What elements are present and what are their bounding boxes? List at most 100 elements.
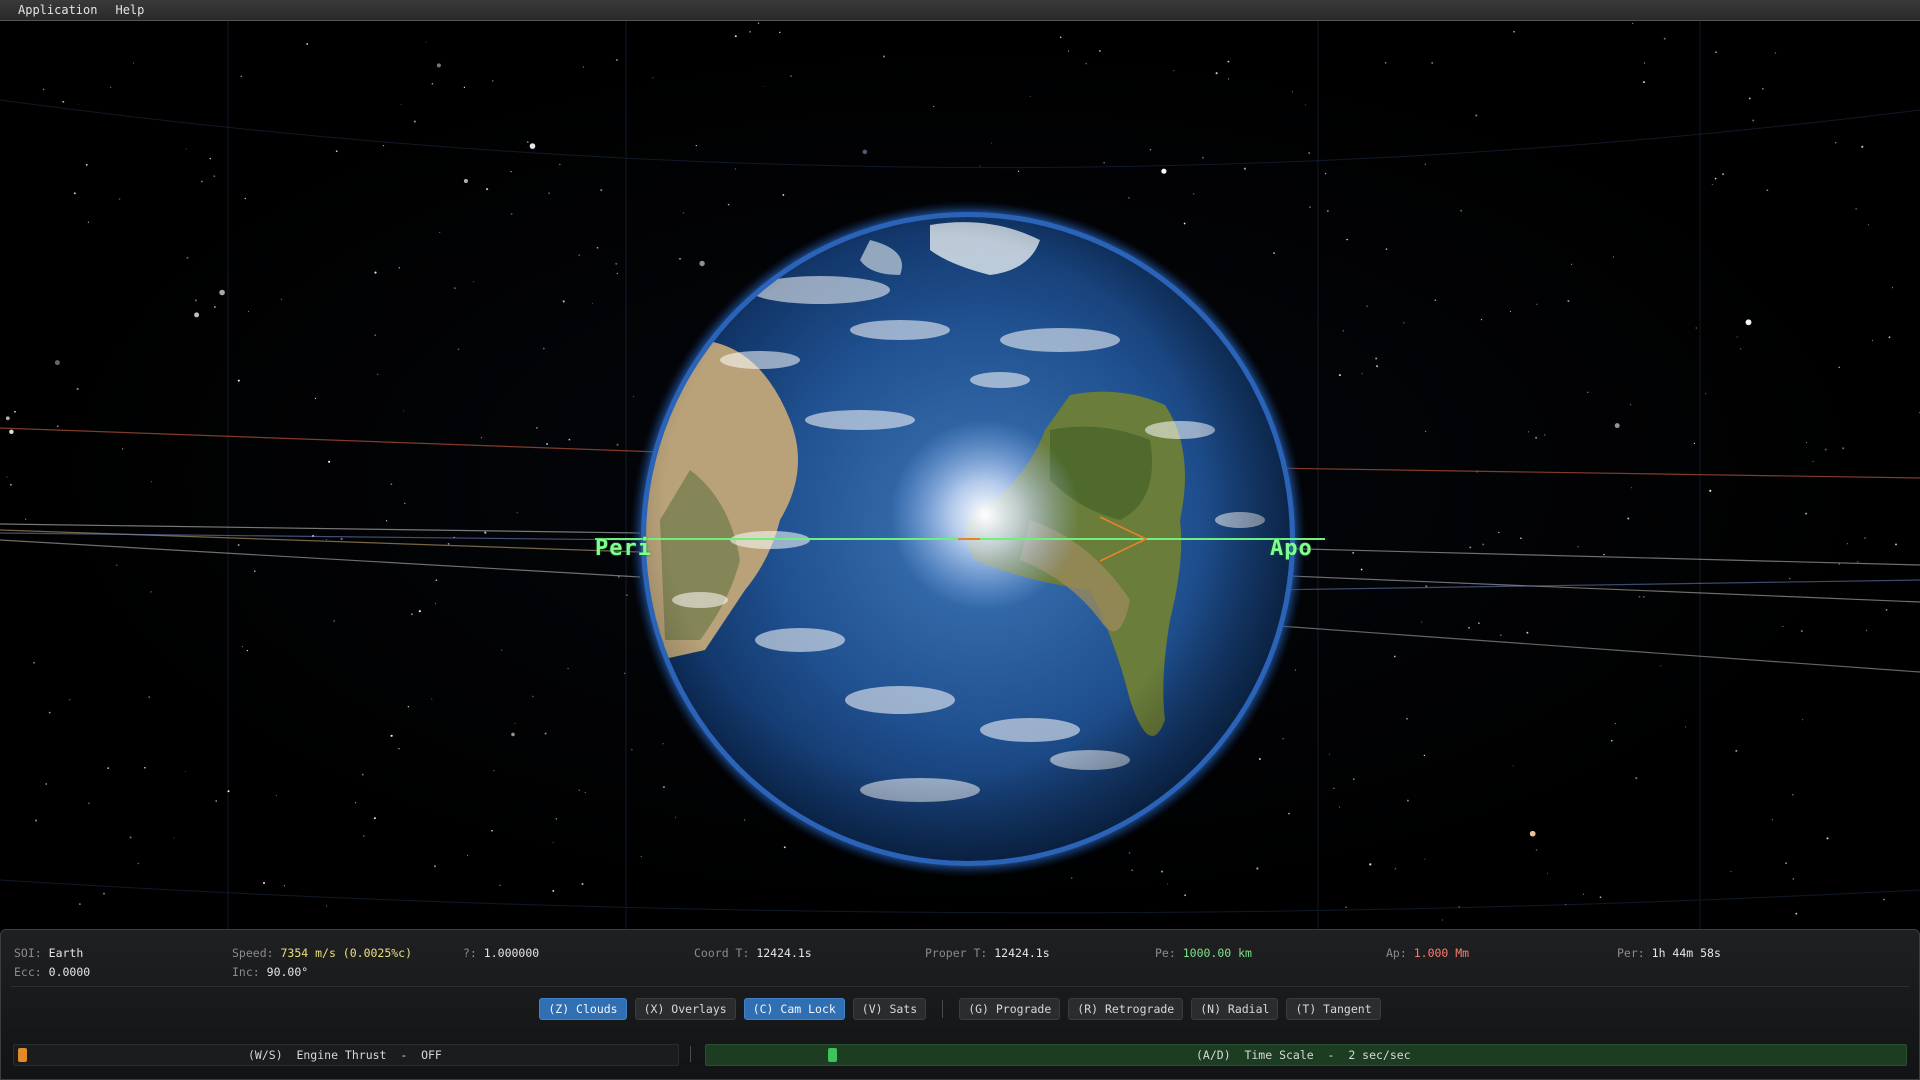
- star: [1193, 193, 1195, 195]
- star: [1384, 62, 1387, 64]
- star: [1131, 869, 1134, 872]
- time-scale-handle[interactable]: [828, 1048, 838, 1062]
- star: [1480, 318, 1483, 321]
- star: [385, 520, 388, 522]
- star: [194, 312, 200, 318]
- star: [1792, 794, 1794, 796]
- star: [1369, 863, 1372, 866]
- star: [1258, 758, 1261, 760]
- star: [1184, 894, 1187, 897]
- star: [373, 817, 376, 820]
- star: [1434, 299, 1437, 302]
- toggle-button-row: (Z) Clouds (X) Overlays (C) Cam Lock (V)…: [1, 998, 1919, 1020]
- star: [48, 711, 51, 714]
- star: [536, 427, 538, 429]
- star: [652, 77, 654, 79]
- star: [435, 579, 438, 582]
- star: [499, 884, 501, 886]
- star: [137, 862, 140, 865]
- star: [56, 425, 59, 428]
- star: [1565, 904, 1567, 906]
- sats-toggle-button[interactable]: (V) Sats: [852, 998, 927, 1020]
- star: [1273, 252, 1275, 254]
- star: [1771, 819, 1773, 821]
- star: [240, 75, 242, 78]
- star: [782, 194, 785, 196]
- star: [510, 213, 513, 215]
- star: [1805, 512, 1808, 515]
- radial-button[interactable]: (N) Radial: [1191, 998, 1279, 1020]
- star: [1709, 489, 1712, 492]
- star: [491, 829, 493, 832]
- star: [254, 570, 256, 572]
- star: [42, 88, 45, 91]
- star: [103, 892, 105, 895]
- star: [1864, 537, 1866, 539]
- engine-thrust-slider[interactable]: (W/S) Engine Thrust - OFF: [13, 1044, 679, 1066]
- star: [1067, 50, 1070, 52]
- star: [933, 105, 935, 108]
- star: [280, 298, 283, 301]
- menu-application[interactable]: Application: [0, 0, 106, 20]
- star: [186, 256, 189, 259]
- star: [1360, 568, 1363, 571]
- star: [1361, 373, 1363, 375]
- star: [436, 63, 441, 68]
- star: [1424, 163, 1427, 166]
- star: [1644, 62, 1645, 64]
- menu-help[interactable]: Help: [106, 0, 153, 20]
- menu-bar: Application Help: [0, 0, 1920, 21]
- clouds-toggle-button[interactable]: (Z) Clouds: [539, 998, 627, 1020]
- star: [1085, 63, 1087, 65]
- star: [1571, 263, 1573, 265]
- cam-lock-toggle-button[interactable]: (C) Cam Lock: [743, 998, 845, 1020]
- star: [1612, 256, 1615, 258]
- time-scale-slider[interactable]: (A/D) Time Scale - 2 sec/sec: [705, 1044, 1907, 1066]
- space-viewport[interactable]: Peri Apo: [0, 21, 1920, 929]
- star: [493, 770, 495, 772]
- star: [374, 334, 376, 336]
- star: [1885, 609, 1888, 611]
- prograde-button[interactable]: (G) Prograde: [959, 998, 1061, 1020]
- stat-proper-time: Proper T: 12424.1s: [925, 946, 1050, 960]
- star: [54, 360, 60, 366]
- star: [413, 120, 416, 123]
- star: [1802, 719, 1804, 721]
- star: [615, 59, 618, 61]
- stat-coord-time: Coord T: 12424.1s: [694, 946, 812, 960]
- star: [325, 539, 327, 541]
- star: [1059, 36, 1062, 39]
- star: [1630, 403, 1632, 406]
- overlays-toggle-button[interactable]: (X) Overlays: [634, 998, 736, 1020]
- star: [695, 145, 697, 147]
- star: [1866, 629, 1867, 631]
- star: [361, 773, 364, 776]
- star: [213, 175, 216, 178]
- star: [757, 22, 760, 24]
- star: [578, 789, 580, 791]
- star: [1243, 167, 1246, 170]
- star: [1375, 357, 1378, 360]
- star: [1288, 812, 1290, 815]
- stat-speed: Speed: 7354 m/s (0.0025%c): [232, 946, 413, 960]
- stat-gamma: ?: 1.000000: [463, 946, 540, 960]
- star: [1638, 595, 1641, 598]
- star: [1782, 625, 1784, 628]
- star: [1603, 553, 1605, 556]
- star: [1477, 622, 1480, 625]
- scene-canvas: [0, 21, 1920, 929]
- star: [333, 620, 335, 622]
- star: [1393, 655, 1396, 658]
- engine-thrust-handle[interactable]: [18, 1048, 27, 1062]
- star: [1338, 374, 1341, 377]
- star: [1475, 114, 1478, 117]
- tangent-button[interactable]: (T) Tangent: [1286, 998, 1381, 1020]
- star: [480, 437, 483, 439]
- star: [283, 885, 286, 887]
- star: [727, 203, 730, 206]
- star: [1614, 723, 1616, 725]
- retrograde-button[interactable]: (R) Retrograde: [1068, 998, 1184, 1020]
- star: [1424, 858, 1426, 860]
- star: [631, 749, 633, 751]
- star: [514, 722, 516, 725]
